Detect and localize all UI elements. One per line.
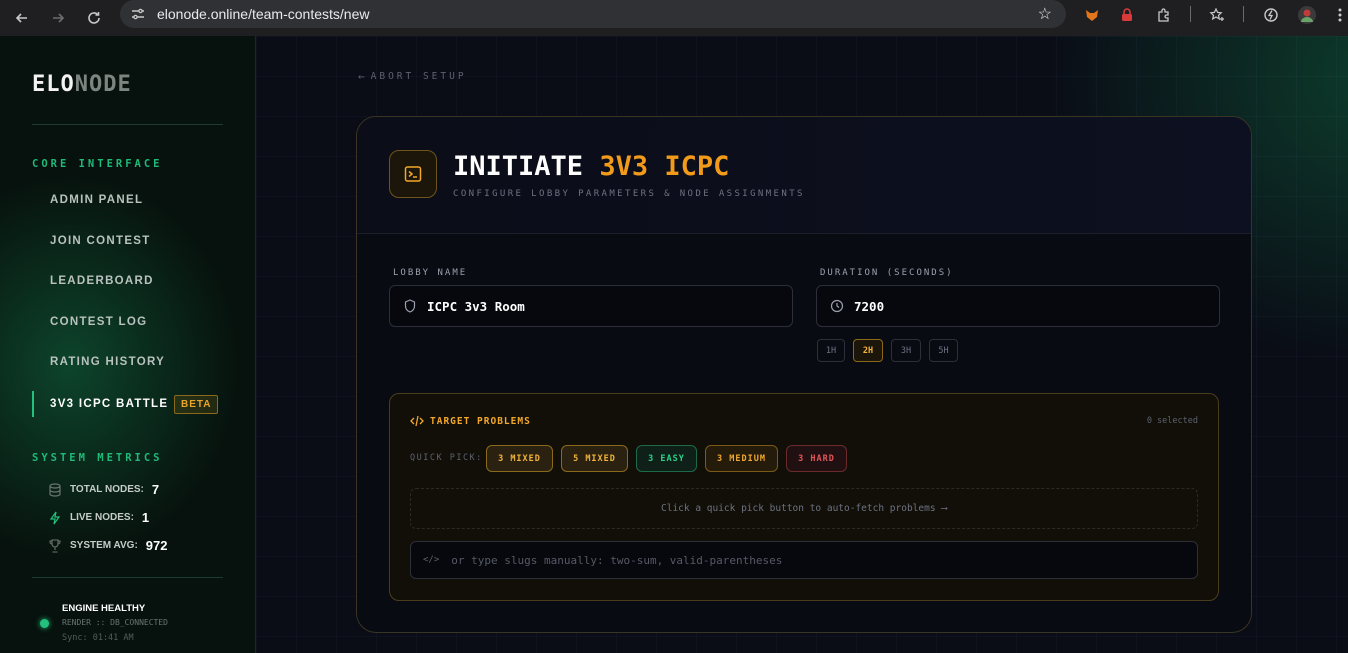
page-title: INITIATE 3V3 ICPC bbox=[453, 151, 729, 182]
duration-chip-5h[interactable]: 5H bbox=[929, 339, 958, 362]
site-settings-icon[interactable] bbox=[130, 6, 146, 22]
sidebar-divider bbox=[32, 577, 223, 578]
reload-icon[interactable] bbox=[83, 7, 105, 29]
duration-field[interactable]: 7200 bbox=[816, 285, 1220, 327]
target-problems-heading: TARGET PROBLEMS bbox=[410, 415, 531, 427]
health-status-dot bbox=[40, 619, 49, 628]
profile-avatar[interactable] bbox=[1297, 5, 1317, 25]
back-icon[interactable] bbox=[11, 7, 33, 29]
metric-live-nodes: LIVE NODES: 1 bbox=[48, 510, 149, 525]
bookmark-star-icon[interactable]: ☆ bbox=[1038, 4, 1052, 24]
setup-card: INITIATE 3V3 ICPC CONFIGURE LOBBY PARAME… bbox=[356, 116, 1252, 633]
lobby-name-value: ICPC 3v3 Room bbox=[427, 298, 525, 314]
sidebar-item-rating-history[interactable]: RATING HISTORY bbox=[50, 356, 165, 368]
active-indicator bbox=[32, 391, 34, 417]
quick-pick-3-hard-button[interactable]: 3 HARD bbox=[786, 445, 847, 472]
terminal-icon bbox=[389, 150, 437, 198]
database-icon bbox=[48, 482, 62, 497]
metric-label: TOTAL NODES: bbox=[70, 484, 144, 495]
sidebar-item-3v3-icpc-battle[interactable]: 3V3 ICPC BATTLE bbox=[50, 398, 168, 410]
problems-empty-state: Click a quick pick button to auto-fetch … bbox=[410, 488, 1198, 529]
selected-count: 0 selected bbox=[1146, 416, 1198, 426]
duration-label: DURATION (SECONDS) bbox=[820, 268, 954, 278]
sync-time: Sync: 01:41 AM bbox=[62, 633, 134, 643]
duration-value: 7200 bbox=[854, 298, 885, 314]
metric-label: SYSTEM AVG: bbox=[70, 540, 138, 551]
address-bar[interactable]: elonode.online/team-contests/new ☆ bbox=[120, 0, 1066, 28]
sidebar-divider bbox=[32, 124, 223, 125]
target-problems-panel: TARGET PROBLEMS 0 selected QUICK PICK: 3… bbox=[389, 393, 1219, 601]
logo[interactable]: ELONODE bbox=[32, 72, 132, 97]
core-interface-heading: CORE INTERFACE bbox=[32, 158, 163, 170]
beta-badge: BETA bbox=[174, 395, 219, 414]
target-problems-title: TARGET PROBLEMS bbox=[430, 415, 531, 427]
duration-chip-1h[interactable]: 1H bbox=[817, 339, 845, 362]
quick-pick-3-mixed-button[interactable]: 3 MIXED bbox=[486, 445, 553, 472]
card-header: INITIATE 3V3 ICPC CONFIGURE LOBBY PARAME… bbox=[357, 117, 1251, 234]
metric-value: 1 bbox=[141, 510, 150, 525]
forward-icon[interactable] bbox=[47, 7, 69, 29]
slug-input-field[interactable]: </> bbox=[410, 541, 1198, 579]
title-orange: 3V3 ICPC bbox=[599, 151, 730, 182]
metric-total-nodes: TOTAL NODES: 7 bbox=[48, 482, 159, 497]
duration-chip-2h[interactable]: 2H bbox=[853, 339, 883, 362]
abort-setup-link[interactable]: ← ABORT SETUP bbox=[358, 70, 467, 83]
bolt-icon bbox=[48, 511, 62, 525]
page-subtitle: CONFIGURE LOBBY PARAMETERS & NODE ASSIGN… bbox=[453, 189, 805, 199]
sidebar-item-admin-panel[interactable]: ADMIN PANEL bbox=[50, 194, 143, 206]
quick-pick-3-easy-button[interactable]: 3 EASY bbox=[636, 445, 697, 472]
abort-setup-label: ABORT SETUP bbox=[370, 71, 467, 82]
health-title: ENGINE HEALTHY bbox=[62, 603, 146, 614]
code-icon bbox=[410, 415, 424, 427]
sidebar-item-leaderboard[interactable]: LEADERBOARD bbox=[50, 275, 154, 287]
logo-dim-text: NODE bbox=[74, 72, 132, 97]
shield-icon bbox=[403, 299, 417, 313]
extensions-puzzle-icon[interactable] bbox=[1154, 5, 1174, 25]
browser-menu-icon[interactable] bbox=[1330, 5, 1348, 25]
metric-value: 7 bbox=[151, 482, 160, 497]
toolbar-divider bbox=[1243, 6, 1244, 22]
clock-icon bbox=[830, 299, 844, 313]
quick-pick-3-medium-button[interactable]: 3 MEDIUM bbox=[705, 445, 778, 472]
duration-chip-3h[interactable]: 3H bbox=[891, 339, 921, 362]
reading-list-icon[interactable] bbox=[1207, 5, 1227, 25]
quick-pick-5-mixed-button[interactable]: 5 MIXED bbox=[561, 445, 628, 472]
system-metrics-heading: SYSTEM METRICS bbox=[32, 452, 163, 464]
performance-icon[interactable] bbox=[1261, 5, 1281, 25]
quick-pick-label: QUICK PICK: bbox=[410, 453, 483, 463]
title-white: INITIATE bbox=[453, 151, 600, 182]
toolbar-divider bbox=[1190, 6, 1191, 22]
slug-input[interactable] bbox=[451, 553, 1152, 567]
code-icon: </> bbox=[423, 555, 440, 565]
fox-extension-icon[interactable] bbox=[1082, 5, 1102, 25]
sidebar-item-join-contest[interactable]: JOIN CONTEST bbox=[50, 235, 151, 247]
browser-toolbar: elonode.online/team-contests/new ☆ bbox=[0, 0, 1348, 36]
metric-label: LIVE NODES: bbox=[70, 512, 134, 523]
logo-bright-text: ELO bbox=[32, 72, 75, 97]
lobby-name-field[interactable]: ICPC 3v3 Room bbox=[389, 285, 793, 327]
lobby-name-label: LOBBY NAME bbox=[393, 268, 468, 278]
metric-value: 972 bbox=[145, 538, 168, 553]
health-subtitle: RENDER :: DB_CONNECTED bbox=[62, 618, 168, 627]
url-text[interactable]: elonode.online/team-contests/new bbox=[157, 6, 369, 22]
lock-extension-icon[interactable] bbox=[1117, 5, 1137, 25]
arrow-left-icon: ← bbox=[358, 70, 365, 83]
metric-system-avg: SYSTEM AVG: 972 bbox=[48, 538, 168, 553]
page: ELONODE CORE INTERFACE ADMIN PANEL JOIN … bbox=[0, 36, 1348, 653]
sidebar: ELONODE CORE INTERFACE ADMIN PANEL JOIN … bbox=[0, 36, 256, 653]
trophy-icon bbox=[48, 538, 62, 553]
sidebar-item-contest-log[interactable]: CONTEST LOG bbox=[50, 316, 147, 328]
